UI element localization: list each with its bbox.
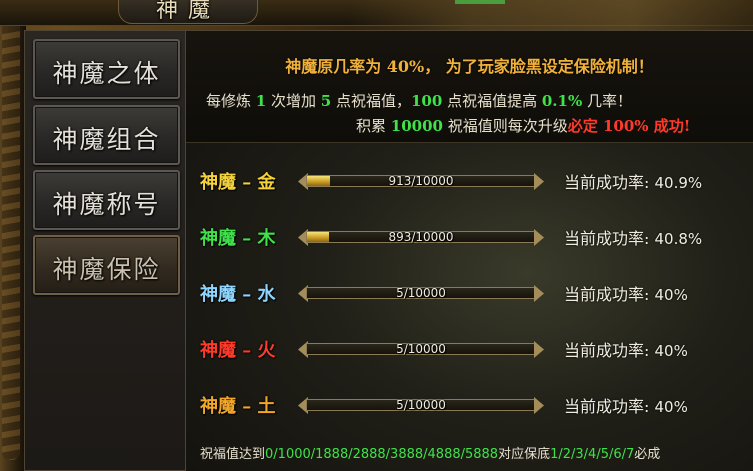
element-name: 神魔 – 木 <box>200 228 276 249</box>
success-rate-label: 当前成功率: <box>564 397 650 416</box>
bar-cap-right <box>534 341 544 358</box>
success-rate-label: 当前成功率: <box>564 173 650 192</box>
info-text: 次增加 <box>266 92 321 110</box>
element-name: 神魔 – 水 <box>200 284 276 305</box>
info-headline: 神魔原几率为 40%， 为了玩家脸黑设定保险机制！ <box>285 57 654 76</box>
title-ornament <box>350 0 753 30</box>
tab-label: 神魔组合 <box>52 125 161 154</box>
tab-shenmo-insurance[interactable]: 神魔保险 <box>33 235 180 295</box>
success-rate: 当前成功率: 40% <box>564 337 744 361</box>
tab-list: 神魔之体 神魔组合 神魔称号 神魔保险 <box>24 30 186 471</box>
guarantee-footer: 祝福值达到0/1000/1888/2888/3888/4888/5888对应保底… <box>200 443 750 462</box>
blessing-value: 5/10000 <box>396 342 446 356</box>
blessing-value: 5/10000 <box>396 286 446 300</box>
info-guarantee-line: 积累 10000 祝福值则每次升级必定 100% 成功! <box>356 115 746 136</box>
info-number: 10000 <box>390 117 443 135</box>
info-text: 祝福值则每次升级 <box>442 117 568 135</box>
info-text: 每修炼 <box>206 92 256 110</box>
element-name: 神魔 – 土 <box>200 396 276 417</box>
success-rate: 当前成功率: 40.9% <box>564 169 744 193</box>
blessing-progress-bar: 5/10000 <box>298 397 544 414</box>
success-rate: 当前成功率: 40% <box>564 281 744 305</box>
tab-shenmo-combo[interactable]: 神魔组合 <box>33 105 180 165</box>
window-title: 神魔 <box>155 0 220 23</box>
info-number: 0.1% <box>541 92 583 110</box>
dragon-ornament <box>0 0 26 471</box>
bar-cap-right <box>534 229 544 246</box>
element-row-earth: 神魔 – 土 5/10000 当前成功率: 40% <box>186 380 753 428</box>
blessing-progress-bar: 893/10000 <box>298 229 544 246</box>
title-plate: 神魔 <box>118 0 258 24</box>
success-rate-value: 40.9% <box>654 174 703 192</box>
info-text: 几率！ <box>582 92 632 110</box>
info-text: 点祝福值， <box>331 92 411 110</box>
tab-label: 神魔保险 <box>52 255 161 284</box>
info-number: 100 <box>410 92 443 110</box>
title-ornament-accent <box>455 0 505 4</box>
success-rate: 当前成功率: 40.8% <box>564 225 744 249</box>
success-rate-value: 40% <box>654 342 688 360</box>
element-name: 神魔 – 火 <box>200 340 276 361</box>
info-rule-line: 每修炼 1 次增加 5 点祝福值，100 点祝福值提高 0.1% 几率！ <box>206 90 726 111</box>
element-list: 神魔 – 金 913/10000 当前成功率: 40.9% 神魔 – 木 893… <box>186 156 753 436</box>
info-text: 积累 <box>356 117 391 135</box>
blessing-progress-bar: 5/10000 <box>298 285 544 302</box>
info-box: 神魔原几率为 40%， 为了玩家脸黑设定保险机制！ 每修炼 1 次增加 5 点祝… <box>186 31 753 143</box>
content-panel: 神魔原几率为 40%， 为了玩家脸黑设定保险机制！ 每修炼 1 次增加 5 点祝… <box>186 30 753 471</box>
success-rate-label: 当前成功率: <box>564 285 650 304</box>
footer-thresholds: 0/1000/1888/2888/3888/4888/5888 <box>265 447 499 462</box>
info-highlight: 必定 100% 成功! <box>567 117 691 135</box>
success-rate-value: 40% <box>654 286 688 304</box>
tab-label: 神魔称号 <box>52 190 161 219</box>
footer-levels: 1/2/3/4/5/6/7 <box>550 447 635 462</box>
footer-text: 必成 <box>634 447 661 462</box>
blessing-value: 913/10000 <box>388 174 454 188</box>
bar-cap-right <box>534 397 544 414</box>
footer-text: 对应保底 <box>498 447 551 462</box>
element-name: 神魔 – 金 <box>200 172 276 193</box>
footer-text: 祝福值达到 <box>200 447 266 462</box>
tab-shenmo-body[interactable]: 神魔之体 <box>33 39 180 99</box>
tab-shenmo-title[interactable]: 神魔称号 <box>33 170 180 230</box>
success-rate-value: 40% <box>654 398 688 416</box>
element-row-gold: 神魔 – 金 913/10000 当前成功率: 40.9% <box>186 156 753 204</box>
bar-cap-right <box>534 173 544 190</box>
blessing-value: 5/10000 <box>396 398 446 412</box>
success-rate-label: 当前成功率: <box>564 341 650 360</box>
bar-cap-right <box>534 285 544 302</box>
info-number: 1 <box>255 92 267 110</box>
element-row-wood: 神魔 – 木 893/10000 当前成功率: 40.8% <box>186 212 753 260</box>
info-number: 5 <box>320 92 332 110</box>
title-bar: 神魔 <box>0 0 753 30</box>
tab-label: 神魔之体 <box>52 59 161 88</box>
success-rate-value: 40.8% <box>654 230 703 248</box>
element-row-water: 神魔 – 水 5/10000 当前成功率: 40% <box>186 268 753 316</box>
blessing-progress-bar: 913/10000 <box>298 173 544 190</box>
blessing-progress-bar: 5/10000 <box>298 341 544 358</box>
window-frame: 神魔 神魔之体 神魔组合 神魔称号 神魔保险 神魔原几率为 40%， 为了玩家脸… <box>0 0 753 471</box>
success-rate: 当前成功率: 40% <box>564 393 744 417</box>
info-text: 点祝福值提高 <box>442 92 542 110</box>
element-row-fire: 神魔 – 火 5/10000 当前成功率: 40% <box>186 324 753 372</box>
success-rate-label: 当前成功率: <box>564 229 650 248</box>
blessing-value: 893/10000 <box>388 230 454 244</box>
